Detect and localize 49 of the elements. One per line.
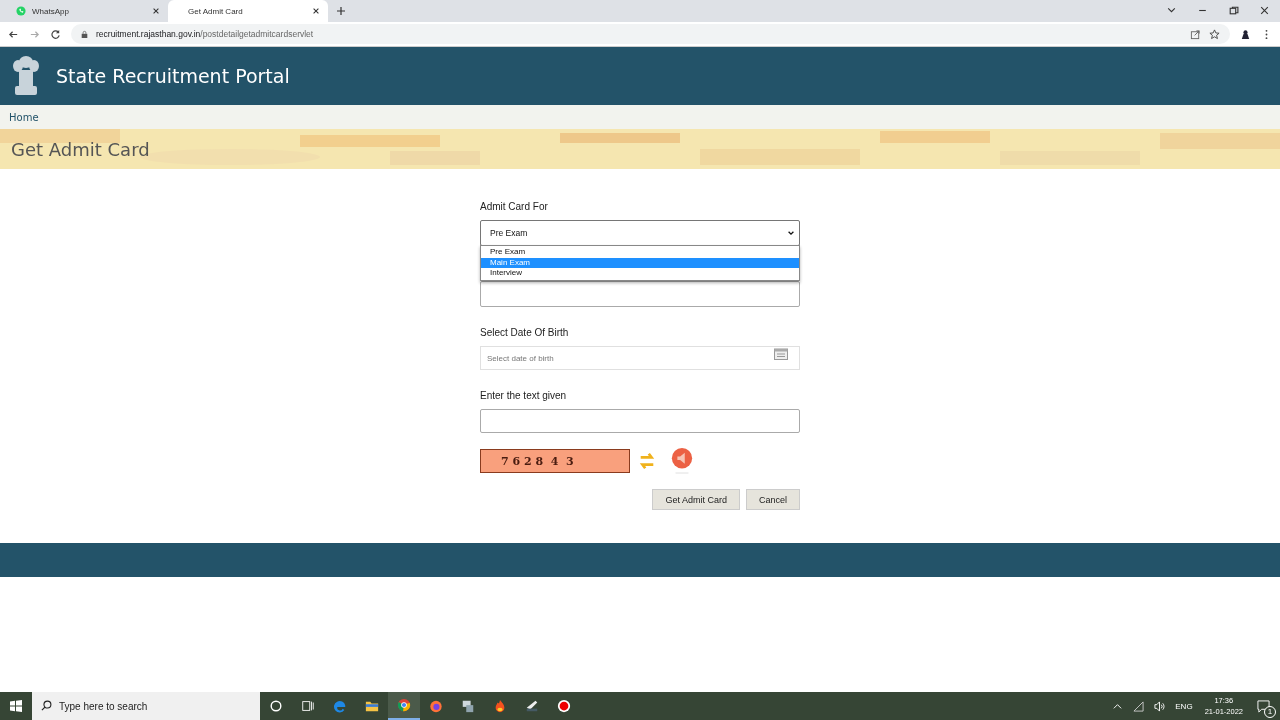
record-icon — [557, 699, 571, 713]
language-indicator[interactable]: ENG — [1175, 701, 1193, 711]
search-icon — [41, 700, 52, 711]
address-bar[interactable]: recruitment.rajasthan.gov.in/postdetailgetadmitcardservlet — [71, 24, 1230, 44]
field-label: Admit Card For — [480, 201, 549, 212]
field-label: Select Date Of Birth — [480, 327, 570, 338]
close-icon[interactable] — [1259, 5, 1270, 16]
share-icon[interactable] — [1190, 28, 1201, 40]
captcha-text: 7 6 2 8 4 3 — [480, 449, 630, 473]
home-link[interactable]: Home — [9, 111, 39, 123]
new-tab-icon[interactable] — [336, 6, 346, 16]
close-icon[interactable] — [152, 7, 160, 15]
lock-icon — [81, 29, 88, 39]
star-icon[interactable] — [1209, 28, 1220, 40]
speaker-icon[interactable] — [670, 447, 694, 475]
chevron-down-icon — [787, 229, 795, 237]
restore-icon[interactable] — [1228, 5, 1239, 16]
reload-icon[interactable] — [50, 28, 61, 40]
emblem-icon — [12, 54, 40, 98]
chrome-icon — [397, 698, 411, 712]
taskbar-search[interactable]: Type here to search — [32, 692, 260, 720]
input-field[interactable] — [480, 281, 800, 307]
notification-icon[interactable] — [1257, 699, 1270, 713]
url-text: recruitment.rajasthan.gov.in/postdetailgetadmitcardservlet — [96, 29, 314, 39]
input-field[interactable] — [480, 409, 800, 433]
close-icon[interactable] — [312, 7, 320, 15]
computer-icon — [461, 699, 475, 713]
folder-icon — [365, 699, 379, 713]
profile-icon[interactable] — [1240, 28, 1251, 40]
page-title: Get Admit Card — [11, 138, 150, 160]
chat-icon — [16, 6, 26, 16]
notification-count: 1 — [1264, 705, 1276, 718]
browser-tab[interactable]: WhatsApp — [8, 0, 168, 22]
volume-icon[interactable] — [1154, 700, 1166, 712]
dropdown-option[interactable]: Interview — [481, 268, 799, 279]
date-field[interactable]: Select date of birth — [480, 346, 800, 370]
chevron-down-icon[interactable] — [1166, 5, 1177, 16]
flame-icon — [493, 699, 507, 713]
firefox-icon — [429, 699, 443, 713]
browser-tab[interactable]: Get Admit Card — [168, 0, 328, 22]
field-label: Enter the text given — [480, 390, 568, 401]
cancel-button[interactable]: Cancel — [746, 489, 800, 510]
scanner-icon — [525, 699, 539, 713]
dropdown-option[interactable]: Pre Exam — [481, 247, 799, 258]
get-admit-card-button[interactable]: Get Admit Card — [652, 489, 740, 510]
circle-icon — [269, 699, 283, 713]
portal-title: State Recruitment Portal — [56, 65, 290, 87]
task-view-icon — [301, 699, 315, 713]
browser-icon — [333, 699, 347, 713]
